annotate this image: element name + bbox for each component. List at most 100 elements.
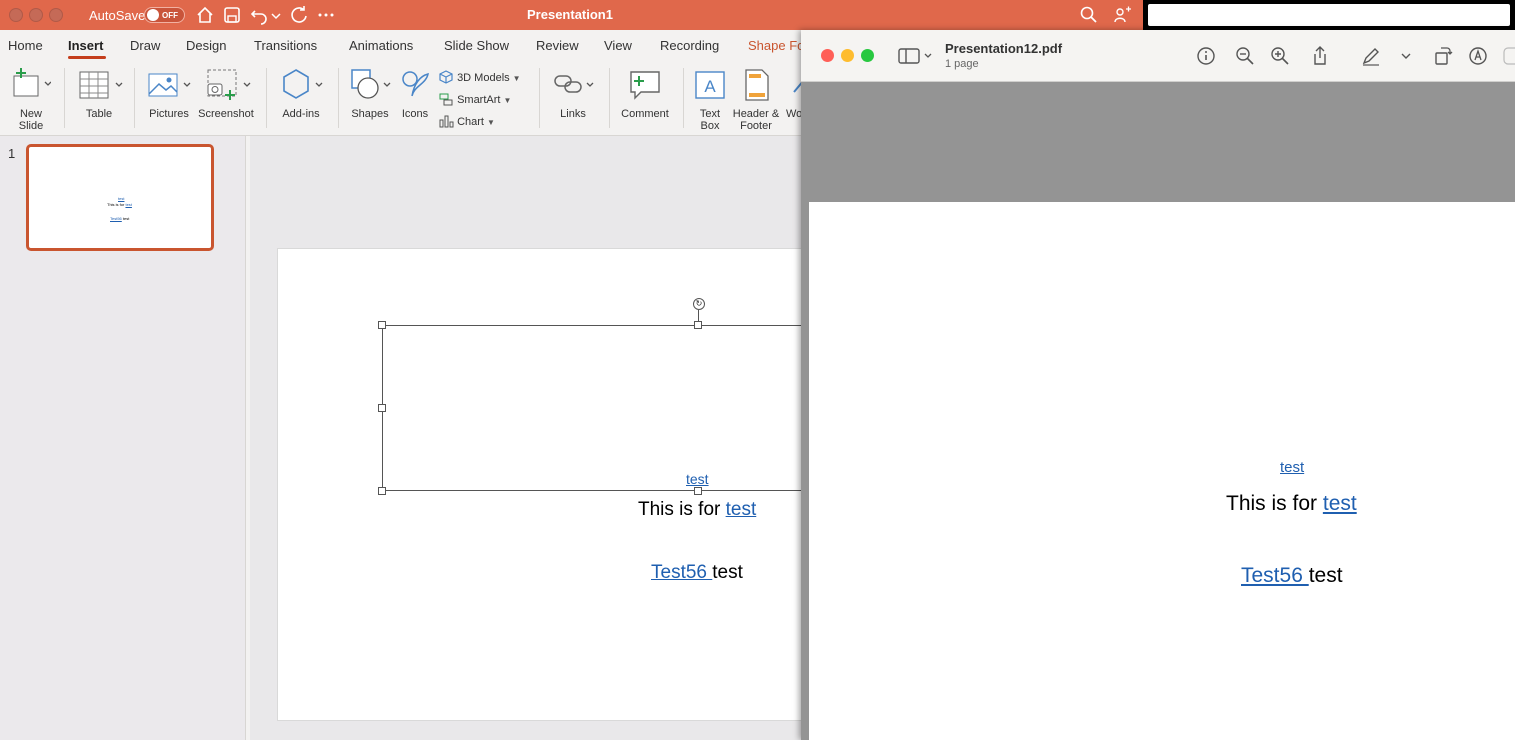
resize-handle[interactable] [378, 321, 386, 329]
pdf-page-count: 1 page [945, 58, 979, 70]
pdf-bottom-line: Test56 test [1241, 564, 1343, 588]
text-box-button[interactable]: A Text Box [690, 66, 730, 132]
window-close-button[interactable] [821, 49, 834, 62]
pictures-label: Pictures [149, 108, 189, 120]
tab-recording[interactable]: Recording [660, 38, 719, 53]
slide-thumbnail[interactable]: test This is for test Test56 test [26, 144, 214, 251]
pictures-icon [148, 73, 191, 97]
home-icon[interactable] [195, 5, 215, 25]
zoom-in-icon[interactable] [1269, 45, 1291, 67]
svg-text:A: A [704, 77, 716, 96]
window-minimize-button[interactable] [841, 49, 854, 62]
tab-design[interactable]: Design [186, 38, 226, 53]
header-footer-button[interactable]: Header & Footer [731, 66, 781, 132]
smartart-button[interactable]: SmartArt ▼ [438, 92, 511, 106]
chevron-down-icon: ▼ [486, 118, 495, 127]
rotate-icon[interactable] [1432, 45, 1454, 67]
chevron-down-icon: ▼ [512, 74, 521, 83]
thumb-bottom-word: test [122, 216, 130, 221]
tab-draw[interactable]: Draw [130, 38, 160, 53]
slide-bottom-link[interactable]: Test56 [651, 562, 712, 583]
tab-insert[interactable]: Insert [68, 38, 103, 53]
tab-animations[interactable]: Animations [349, 38, 413, 53]
share-icon[interactable] [1113, 5, 1133, 25]
header-footer-label-1: Header & [732, 108, 780, 120]
more-icon[interactable] [316, 5, 336, 25]
tab-view[interactable]: View [604, 38, 632, 53]
window-minimize-button[interactable] [29, 8, 43, 22]
slide-line: This is for test [638, 499, 756, 521]
shapes-button[interactable]: Shapes [346, 66, 394, 120]
tab-shape-format[interactable]: Shape Fo [748, 38, 804, 53]
search-icon[interactable] [1501, 45, 1515, 67]
zoom-out-icon[interactable] [1234, 45, 1256, 67]
screenshot-label: Screenshot [198, 108, 254, 120]
screenshot-button[interactable]: Screenshot [196, 66, 256, 120]
resize-handle[interactable] [378, 404, 386, 412]
header-footer-icon [745, 69, 769, 101]
pdf-bottom-link[interactable]: Test56 [1241, 564, 1309, 587]
pictures-button[interactable]: Pictures [144, 66, 194, 120]
table-label: Table [85, 108, 113, 120]
blank-field [1148, 4, 1510, 26]
autosave-state: OFF [162, 11, 178, 20]
table-button[interactable]: Table [74, 66, 124, 120]
pdf-page: test This is for test Test56 test [809, 202, 1515, 740]
slide-top-link[interactable]: test [686, 471, 709, 487]
thumb-line-text: This is for test [107, 202, 132, 207]
pdf-toolbar: Presentation12.pdf 1 page [801, 30, 1515, 82]
3d-models-button[interactable]: 3D Models ▼ [438, 70, 521, 84]
redo-icon[interactable] [289, 5, 309, 25]
resize-handle[interactable] [694, 321, 702, 329]
slide-bottom-text: test [712, 562, 743, 583]
search-icon[interactable] [1079, 5, 1099, 25]
markup-pen-icon[interactable] [1360, 45, 1382, 67]
pdf-line-link[interactable]: test [1323, 492, 1357, 515]
save-icon[interactable] [222, 5, 242, 25]
pdf-top-link[interactable]: test [1280, 459, 1304, 476]
slide-line-link[interactable]: test [726, 499, 757, 520]
wordart-label: Wo [786, 108, 803, 120]
new-slide-button[interactable]: New Slide [8, 66, 54, 132]
resize-handle[interactable] [378, 487, 386, 495]
undo-icon[interactable] [249, 5, 269, 25]
ribbon-separator [683, 68, 684, 128]
tab-review[interactable]: Review [536, 38, 579, 53]
chart-button[interactable]: Chart ▼ [438, 114, 495, 128]
chevron-down-icon: ▼ [503, 96, 512, 105]
table-icon [79, 71, 123, 99]
rotate-handle-icon[interactable]: ↻ [693, 298, 705, 310]
tab-home[interactable]: Home [8, 38, 43, 53]
tab-transitions[interactable]: Transitions [254, 38, 317, 53]
ribbon-separator [134, 68, 135, 128]
window-zoom-button[interactable] [861, 49, 874, 62]
window-zoom-button[interactable] [49, 8, 63, 22]
info-icon[interactable] [1195, 45, 1217, 67]
share-icon[interactable] [1309, 45, 1331, 67]
add-ins-button[interactable]: Add-ins [276, 66, 326, 120]
thumb-top-link: test [118, 196, 125, 201]
undo-dropdown-icon[interactable] [270, 5, 282, 25]
selected-text-box[interactable] [382, 325, 822, 491]
cube-icon [439, 70, 453, 84]
smartart-label: SmartArt [457, 94, 501, 106]
chevron-down-icon[interactable] [1399, 45, 1413, 67]
smartart-icon [439, 93, 453, 106]
resize-handle[interactable] [694, 487, 702, 495]
annotate-icon[interactable] [1467, 45, 1489, 67]
links-label: Links [560, 108, 586, 120]
comment-button[interactable]: Comment [617, 66, 673, 120]
new-slide-label-1: New [19, 108, 42, 120]
ribbon-separator [266, 68, 267, 128]
tab-slide-show[interactable]: Slide Show [444, 38, 509, 53]
pdf-file-name: Presentation12.pdf [945, 41, 1063, 56]
window-close-button[interactable] [9, 8, 23, 22]
sidebar-icon[interactable] [897, 45, 935, 67]
thumb-line-link: test [125, 202, 132, 207]
autosave-toggle[interactable]: OFF [144, 7, 185, 23]
links-button[interactable]: Links [549, 66, 597, 120]
icons-button[interactable]: Icons [397, 66, 433, 120]
pdf-line: This is for test [1226, 492, 1357, 516]
comment-icon [630, 71, 660, 100]
pdf-viewer-window: Presentation12.pdf 1 page test This is f… [801, 30, 1515, 740]
